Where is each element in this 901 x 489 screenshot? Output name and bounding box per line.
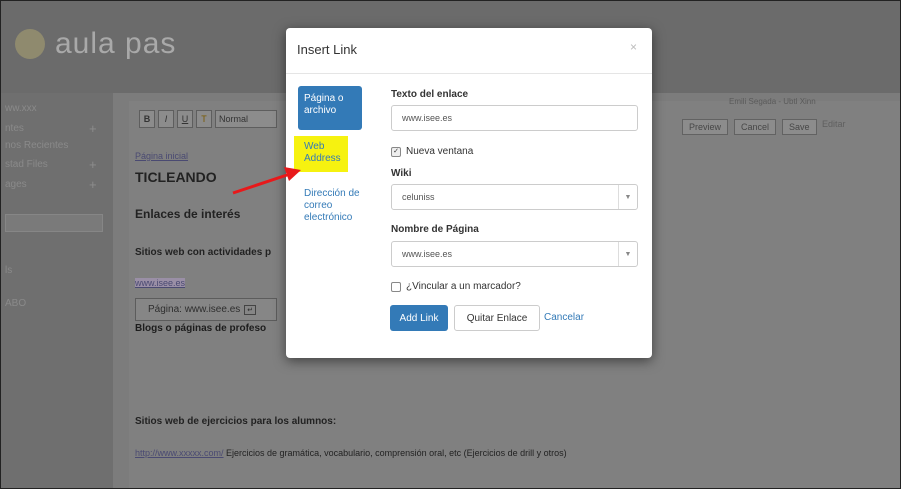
annotation-arrow-icon [232, 167, 301, 195]
screenshot-frame: aula pas ww.xxx ntes + nos Recientes sta… [0, 0, 901, 489]
